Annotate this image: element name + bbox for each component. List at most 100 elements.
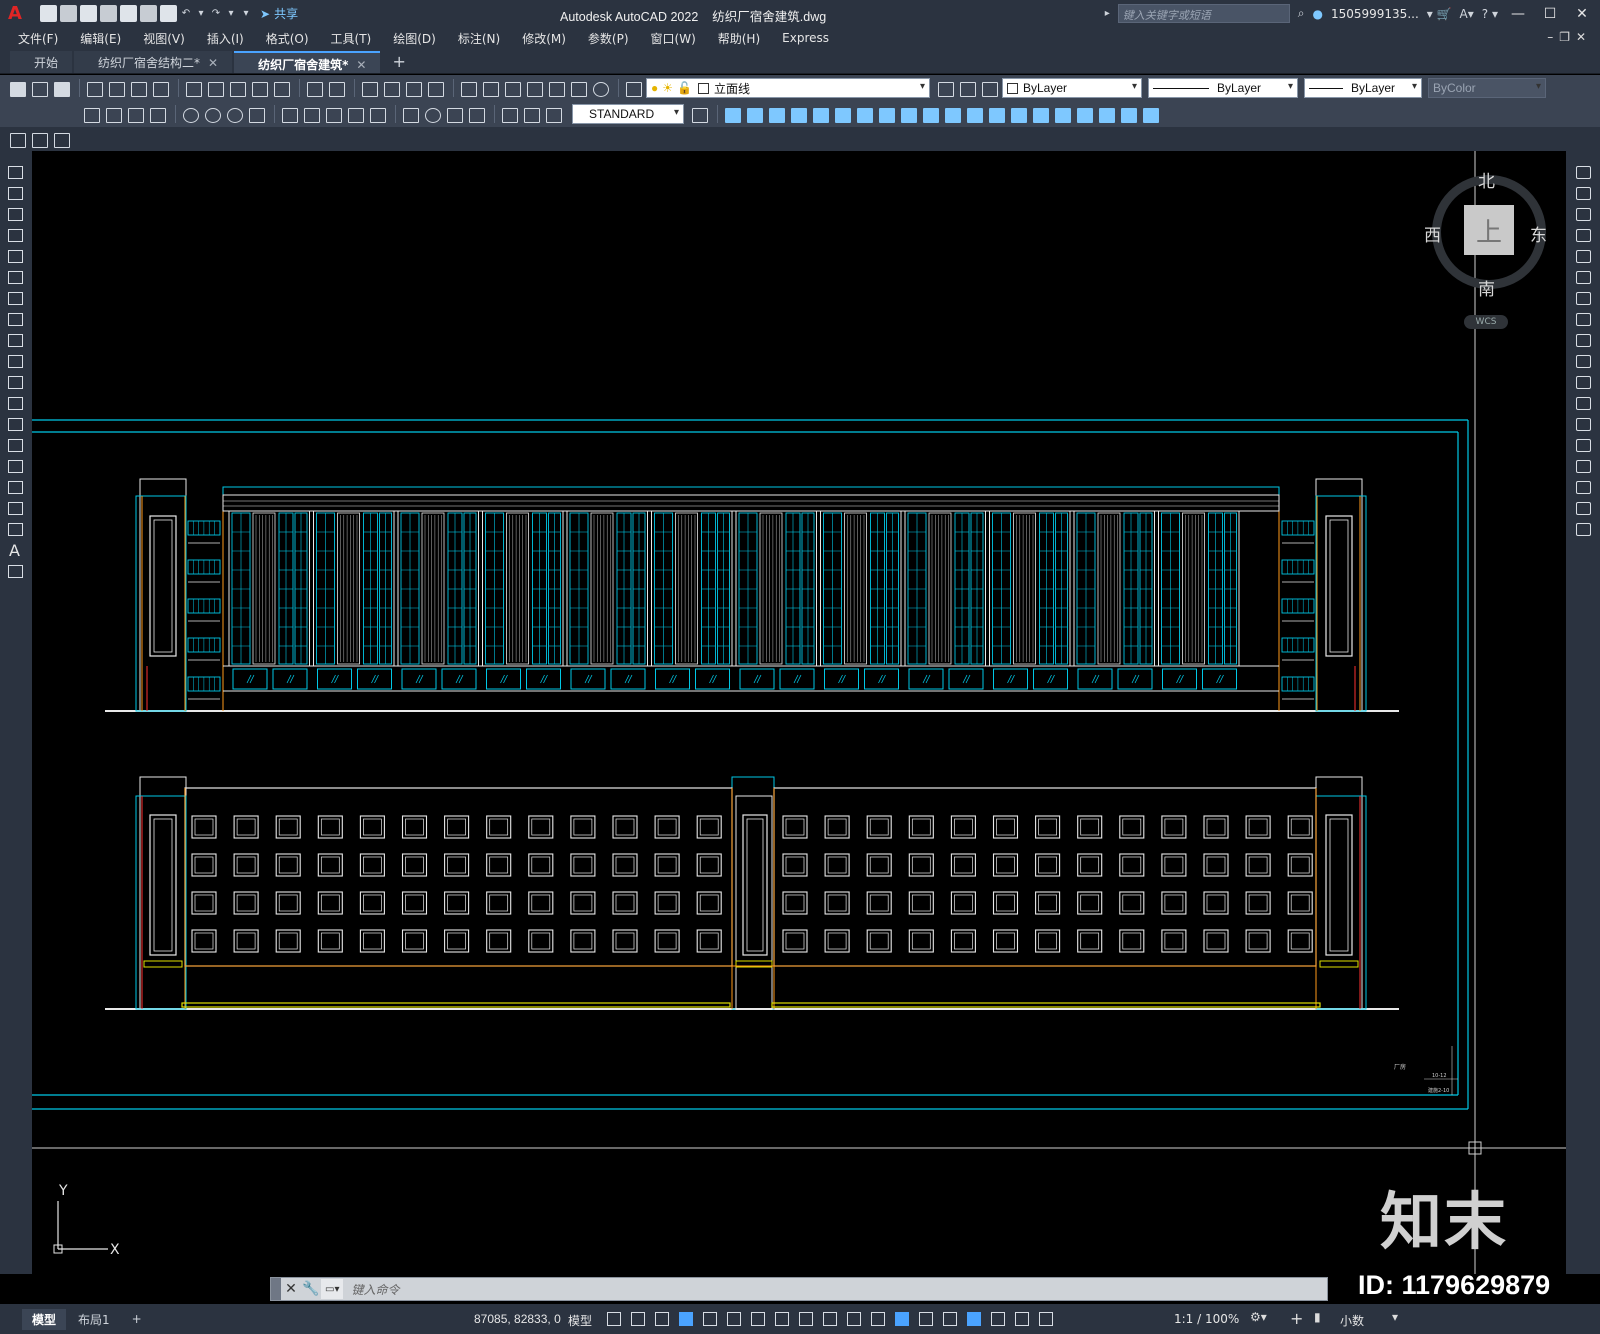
stretch-icon[interactable] <box>1575 333 1591 347</box>
search-icon[interactable]: ⌕ <box>1298 6 1305 21</box>
offset-icon[interactable] <box>789 106 808 123</box>
pan-icon[interactable] <box>360 80 379 97</box>
layer-properties-icon[interactable] <box>624 80 643 97</box>
multiline-text-icon[interactable]: A <box>9 541 20 560</box>
autocad-logo-icon[interactable]: A <box>0 0 30 27</box>
copy-icon[interactable] <box>206 80 225 97</box>
user-account[interactable]: 1505999135... <box>1331 7 1419 21</box>
command-input[interactable]: 键入命令 <box>351 1281 399 1298</box>
menu-window[interactable]: 窗口(W) <box>651 30 696 47</box>
tab-start[interactable]: 开始 <box>10 51 73 73</box>
arc-length-icon[interactable] <box>126 106 145 123</box>
close-tab-icon[interactable]: ✕ <box>208 56 218 70</box>
cart-icon[interactable]: ▾ 🛒 <box>1427 7 1452 21</box>
offset-icon[interactable] <box>1575 228 1591 242</box>
compass-south[interactable]: 南 <box>1478 275 1495 300</box>
menu-insert[interactable]: 插入(I) <box>207 30 244 47</box>
insert-block-icon[interactable] <box>7 396 23 410</box>
close-command-icon[interactable]: ✕ <box>281 1281 301 1297</box>
layer-previous-icon[interactable] <box>958 80 977 97</box>
chamfer-icon[interactable] <box>1009 106 1028 123</box>
maximize-button[interactable]: ☐ <box>1538 6 1562 22</box>
new-icon[interactable] <box>40 5 57 22</box>
transparency-icon[interactable] <box>844 1309 862 1327</box>
dimension-update-icon[interactable] <box>544 106 563 123</box>
workspace-gear-icon[interactable]: ⚙▾ <box>1250 1310 1267 1324</box>
design-center-icon[interactable] <box>481 80 500 97</box>
explode-icon[interactable] <box>1053 106 1072 123</box>
continue-dimension-icon[interactable] <box>324 106 343 123</box>
layer-dropdown[interactable]: ● ☀ 🔓 立面线 <box>646 78 930 98</box>
redo-dropdown-icon[interactable]: ▾ <box>225 8 237 19</box>
hatch-icon[interactable] <box>7 459 23 473</box>
rotate-icon[interactable] <box>855 106 874 123</box>
annotation-scale-icon[interactable] <box>1036 1309 1054 1327</box>
viewcube[interactable]: 上 北 南 东 西 WCS <box>1424 165 1554 335</box>
construction-line-icon[interactable] <box>7 186 23 200</box>
open-web-icon[interactable] <box>120 5 137 22</box>
undo-icon[interactable] <box>305 80 324 97</box>
ortho-icon[interactable] <box>700 1309 718 1327</box>
new-tab-button[interactable]: + <box>382 52 415 73</box>
quick-dimension-icon[interactable] <box>280 106 299 123</box>
dimension-edit-icon[interactable] <box>500 106 519 123</box>
gizmo-icon[interactable] <box>964 1309 982 1327</box>
dimension-break-icon[interactable] <box>368 106 387 123</box>
plotstyle-dropdown[interactable]: ByColor <box>1428 78 1546 98</box>
gradient-icon[interactable] <box>7 480 23 494</box>
break-icon[interactable] <box>1575 417 1591 431</box>
region-icon[interactable] <box>7 501 23 515</box>
open-icon[interactable] <box>30 80 49 97</box>
tab-structure-drawing[interactable]: 纺织厂宿舍结构二* ✕ <box>74 51 233 73</box>
polar-icon[interactable] <box>724 1309 742 1327</box>
move-icon[interactable] <box>833 106 852 123</box>
save-icon[interactable] <box>52 80 71 97</box>
fillet-icon[interactable] <box>1031 106 1050 123</box>
cut-icon[interactable] <box>184 80 203 97</box>
units-dropdown[interactable]: 小数 <box>1340 1312 1364 1329</box>
minimize-button[interactable]: — <box>1506 6 1530 22</box>
line-icon[interactable] <box>7 165 23 179</box>
quickcalc-icon[interactable] <box>569 80 588 97</box>
object-snap-tracking-icon[interactable] <box>772 1309 790 1327</box>
join-icon[interactable] <box>1575 438 1591 452</box>
trim-icon[interactable] <box>1575 354 1591 368</box>
stretch-icon[interactable] <box>899 106 918 123</box>
compass-north[interactable]: 北 <box>1478 167 1495 192</box>
compass-west[interactable]: 西 <box>1424 221 1441 246</box>
units-icon[interactable]: ▮ <box>1314 1310 1321 1324</box>
layer-freeze-icon[interactable] <box>52 131 71 148</box>
ellipse-arc-icon[interactable] <box>7 375 23 389</box>
selection-cycling-icon[interactable] <box>868 1309 886 1327</box>
mirror-icon[interactable] <box>1575 207 1591 221</box>
selection-filter-icon[interactable] <box>940 1309 958 1327</box>
layer-states-icon[interactable] <box>980 80 999 97</box>
angular-dimension-icon[interactable] <box>247 106 266 123</box>
share-button[interactable]: ➤ 共享 <box>260 5 298 22</box>
plot-icon[interactable] <box>85 80 104 97</box>
break-icon[interactable] <box>965 106 984 123</box>
arc-icon[interactable] <box>7 270 23 284</box>
markup-icon[interactable] <box>547 80 566 97</box>
text-front-icon[interactable] <box>1141 106 1160 123</box>
3d-print-icon[interactable] <box>151 80 170 97</box>
menu-dimension[interactable]: 标注(N) <box>458 30 500 47</box>
customize-dropdown-icon[interactable]: ▾ <box>240 8 252 19</box>
isodraft-icon[interactable] <box>748 1309 766 1327</box>
add-layout-button[interactable]: + <box>122 1310 152 1328</box>
chamfer-icon[interactable] <box>1575 459 1591 473</box>
paste-icon[interactable] <box>228 80 247 97</box>
grid-icon[interactable] <box>604 1309 622 1327</box>
send-back-icon[interactable] <box>1119 106 1138 123</box>
erase-icon[interactable] <box>1575 165 1591 179</box>
rectangle-icon[interactable] <box>7 249 23 263</box>
dimension-style-icon[interactable] <box>690 106 709 123</box>
mirror-icon[interactable] <box>767 106 786 123</box>
model-space-button[interactable]: 模型 <box>568 1312 592 1329</box>
menu-edit[interactable]: 编辑(E) <box>80 30 121 47</box>
undo-dropdown-icon[interactable]: ▾ <box>195 8 207 19</box>
revision-cloud-icon[interactable] <box>7 312 23 326</box>
block-editor-icon[interactable] <box>272 80 291 97</box>
array-icon[interactable] <box>1575 249 1591 263</box>
menu-tools[interactable]: 工具(T) <box>331 30 372 47</box>
